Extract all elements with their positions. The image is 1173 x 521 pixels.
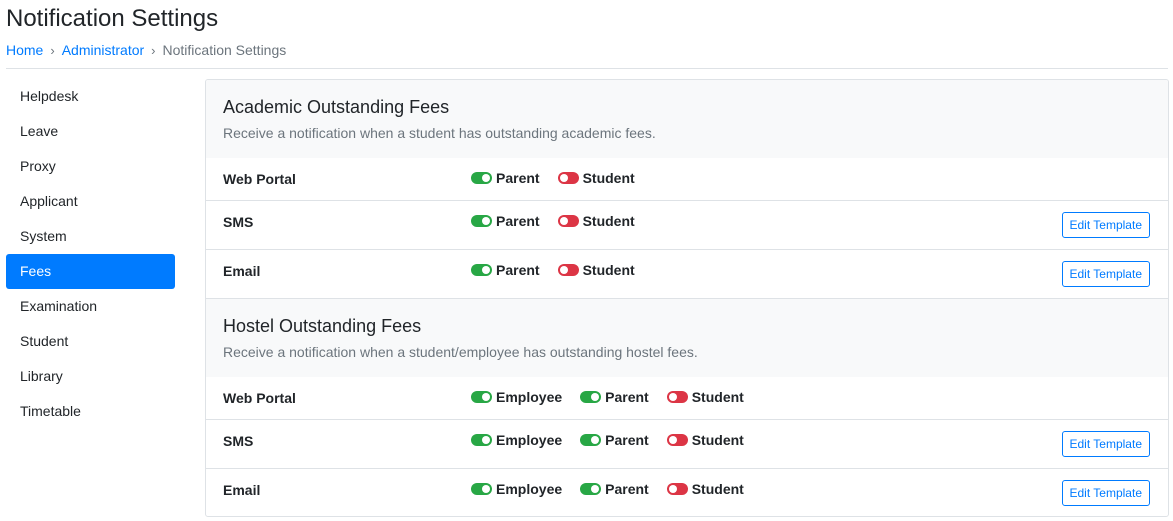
section-header-academic-fees: Academic Outstanding Fees Receive a noti…	[206, 80, 1168, 158]
sidebar-item-leave[interactable]: Leave	[6, 114, 175, 149]
toggle-switch-on[interactable]	[580, 434, 602, 446]
toggle-switch-on[interactable]	[471, 215, 492, 227]
toggle-label: Parent	[605, 389, 649, 405]
breadcrumb-home-link[interactable]: Home	[6, 42, 43, 58]
breadcrumb: Home › Administrator › Notification Settings	[6, 41, 286, 60]
sidebar-item-helpdesk[interactable]: Helpdesk	[6, 79, 175, 114]
sidebar-item-examination[interactable]: Examination	[6, 289, 175, 324]
breadcrumb-separator: ›	[50, 43, 55, 58]
toggle-label: Student	[582, 170, 635, 186]
toggle-switch-off[interactable]	[557, 264, 579, 276]
toggle-label: Employee	[496, 432, 563, 448]
notification-row-email: Email Employee Parent Student Edit Templ…	[206, 469, 1168, 516]
toggle-student[interactable]: Student	[666, 432, 744, 448]
edit-template-button[interactable]: Edit Template	[1061, 261, 1150, 287]
sidebar-item-library[interactable]: Library	[6, 359, 175, 394]
channel-label: Web Portal	[223, 390, 296, 406]
toggle-label: Student	[582, 213, 635, 229]
edit-template-button[interactable]: Edit Template	[1061, 480, 1150, 506]
toggle-label: Parent	[605, 481, 649, 497]
recipient-toggles: Parent Student	[471, 213, 653, 229]
toggle-switch-off[interactable]	[666, 391, 688, 403]
toggle-label: Parent	[496, 213, 540, 229]
page-title: Notification Settings	[6, 5, 219, 32]
toggle-student[interactable]: Student	[557, 262, 635, 278]
sidebar-item-system[interactable]: System	[6, 219, 175, 254]
recipient-toggles: Employee Parent Student	[471, 389, 762, 405]
breadcrumb-current: Notification Settings	[162, 42, 287, 58]
channel-label: Email	[223, 482, 261, 498]
toggle-student[interactable]: Student	[557, 213, 635, 229]
toggle-parent[interactable]: Parent	[471, 262, 540, 278]
section-title: Hostel Outstanding Fees	[223, 316, 422, 336]
toggle-switch-off[interactable]	[557, 215, 579, 227]
toggle-parent[interactable]: Parent	[580, 481, 649, 497]
notification-row-web-portal: Web Portal Employee Parent Student	[206, 377, 1168, 420]
toggle-switch-off[interactable]	[557, 172, 579, 184]
sidebar-item-timetable[interactable]: Timetable	[6, 394, 175, 429]
notification-row-sms: SMS Parent Student Edit Template	[206, 201, 1168, 250]
sidebar-item-fees[interactable]: Fees	[6, 254, 175, 289]
section-header-hostel-fees: Hostel Outstanding Fees Receive a notifi…	[206, 299, 1168, 377]
sidebar-item-proxy[interactable]: Proxy	[6, 149, 175, 184]
toggle-student[interactable]: Student	[557, 170, 635, 186]
toggle-switch-on[interactable]	[580, 483, 602, 495]
breadcrumb-administrator-link[interactable]: Administrator	[62, 42, 144, 58]
toggle-switch-off[interactable]	[666, 483, 688, 495]
recipient-toggles: Employee Parent Student	[471, 432, 762, 448]
recipient-toggles: Employee Parent Student	[471, 481, 762, 497]
toggle-switch-off[interactable]	[666, 434, 688, 446]
edit-template-button[interactable]: Edit Template	[1061, 431, 1150, 457]
toggle-parent[interactable]: Parent	[471, 170, 540, 186]
toggle-switch-on[interactable]	[471, 172, 492, 184]
toggle-label: Parent	[496, 262, 540, 278]
notification-row-email: Email Parent Student Edit Template	[206, 250, 1168, 299]
channel-label: SMS	[223, 433, 254, 449]
toggle-parent[interactable]: Parent	[471, 213, 540, 229]
section-description: Receive a notification when a student ha…	[223, 125, 656, 141]
toggle-student[interactable]: Student	[666, 481, 744, 497]
toggle-switch-on[interactable]	[580, 391, 602, 403]
channel-label: Web Portal	[223, 171, 296, 187]
toggle-label: Parent	[496, 170, 540, 186]
toggle-label: Student	[582, 262, 635, 278]
toggle-label: Employee	[496, 389, 563, 405]
toggle-switch-on[interactable]	[471, 434, 492, 446]
sidebar: Helpdesk Leave Proxy Applicant System Fe…	[6, 79, 175, 429]
toggle-student[interactable]: Student	[666, 389, 744, 405]
recipient-toggles: Parent Student	[471, 170, 653, 186]
toggle-parent[interactable]: Parent	[580, 432, 649, 448]
section-title: Academic Outstanding Fees	[223, 97, 450, 117]
channel-label: SMS	[223, 214, 254, 230]
recipient-toggles: Parent Student	[471, 262, 653, 278]
edit-template-button[interactable]: Edit Template	[1061, 212, 1150, 238]
sidebar-item-student[interactable]: Student	[6, 324, 175, 359]
channel-label: Email	[223, 263, 261, 279]
section-description: Receive a notification when a student/em…	[223, 344, 698, 360]
notification-settings-panel: Academic Outstanding Fees Receive a noti…	[205, 79, 1169, 517]
sidebar-item-applicant[interactable]: Applicant	[6, 184, 175, 219]
header-divider	[6, 68, 1168, 69]
breadcrumb-separator: ›	[151, 43, 156, 58]
toggle-employee[interactable]: Employee	[471, 389, 562, 405]
toggle-label: Student	[691, 481, 744, 497]
toggle-employee[interactable]: Employee	[471, 432, 562, 448]
notification-row-sms: SMS Employee Parent Student Edit Templat…	[206, 420, 1168, 469]
toggle-switch-on[interactable]	[471, 264, 492, 276]
toggle-employee[interactable]: Employee	[471, 481, 562, 497]
toggle-label: Employee	[496, 481, 563, 497]
toggle-switch-on[interactable]	[471, 483, 492, 495]
toggle-switch-on[interactable]	[471, 391, 492, 403]
toggle-label: Student	[691, 432, 744, 448]
toggle-label: Student	[691, 389, 744, 405]
toggle-label: Parent	[605, 432, 649, 448]
notification-row-web-portal: Web Portal Parent Student	[206, 158, 1168, 201]
toggle-parent[interactable]: Parent	[580, 389, 649, 405]
